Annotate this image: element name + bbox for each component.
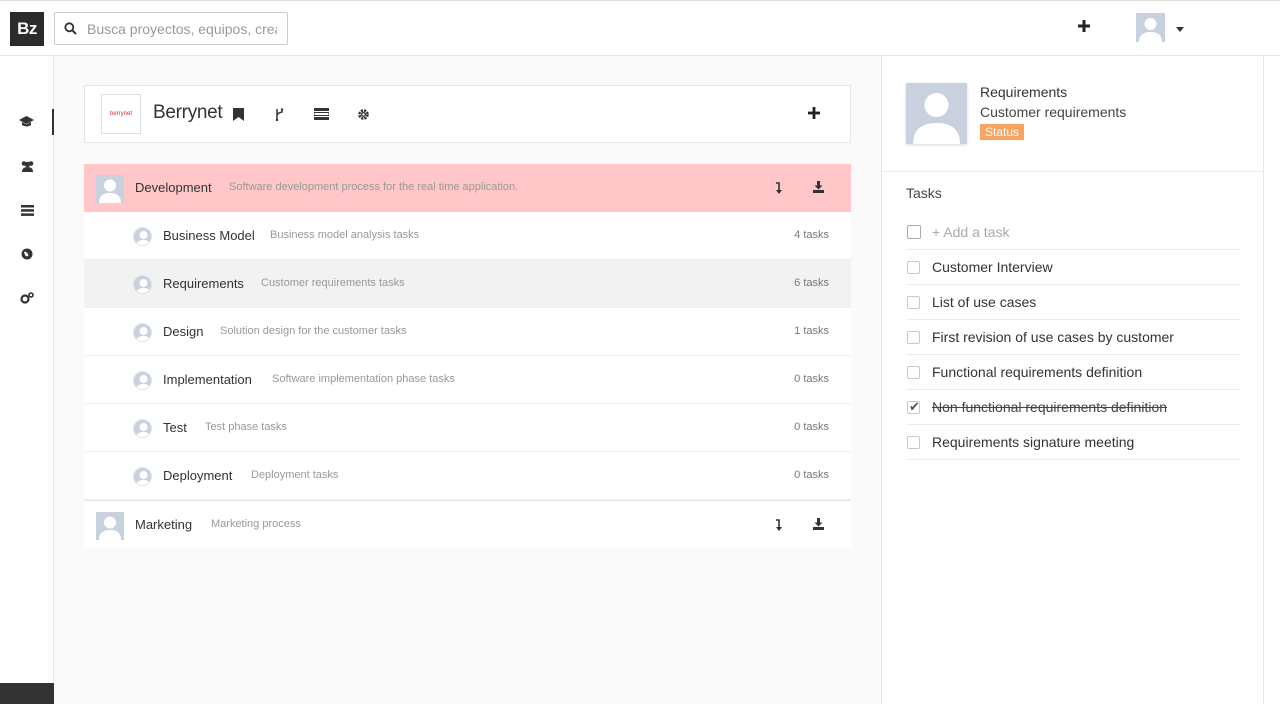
- phase-task-count: 0 tasks: [794, 469, 829, 481]
- search-icon: [64, 22, 77, 40]
- task-label: Requirements signature meeting: [932, 434, 1135, 450]
- phase-avatar: [133, 323, 152, 342]
- phase-description: Software implementation phase tasks: [272, 373, 455, 385]
- phase-task-count: 0 tasks: [794, 421, 829, 433]
- task-item[interactable]: First revision of use cases by customer: [906, 320, 1240, 355]
- phase-task-count: 0 tasks: [794, 373, 829, 385]
- task-item[interactable]: Customer Interview: [906, 250, 1240, 285]
- project-logo: berrynet: [101, 94, 141, 134]
- detail-header: Requirements Customer requirements Statu…: [882, 56, 1265, 172]
- graduation-cap-icon[interactable]: [0, 109, 54, 135]
- group-description: Marketing process: [211, 518, 301, 530]
- download-icon[interactable]: [813, 180, 824, 198]
- task-label: Non functional requirements definition: [932, 399, 1168, 415]
- group-name: Development: [135, 180, 212, 195]
- task-item[interactable]: Requirements signature meeting: [906, 425, 1240, 460]
- task-item-completed[interactable]: ✔ Non functional requirements definition: [906, 390, 1240, 425]
- detail-title: Requirements: [980, 84, 1068, 100]
- phase-row-design[interactable]: Design Solution design for the customer …: [84, 308, 851, 356]
- phase-large-avatar: [906, 83, 967, 144]
- group-row-marketing[interactable]: Marketing Marketing process: [84, 500, 851, 548]
- scrollbar[interactable]: [1264, 56, 1280, 704]
- project-title: Berrynet: [153, 102, 223, 123]
- list-icon[interactable]: [0, 197, 54, 223]
- phase-avatar: [133, 227, 152, 246]
- status-badge[interactable]: Status: [980, 124, 1025, 140]
- group-avatar: [96, 175, 124, 203]
- phase-task-count: 4 tasks: [794, 229, 829, 241]
- task-checkbox-checked[interactable]: ✔: [907, 399, 920, 414]
- task-checkbox[interactable]: [907, 261, 920, 274]
- phase-task-count: 1 tasks: [794, 325, 829, 337]
- phase-avatar: [133, 275, 152, 294]
- phase-task-count: 6 tasks: [794, 277, 829, 289]
- phase-row-deployment[interactable]: Deployment Deployment tasks 0 tasks: [84, 452, 851, 500]
- add-task-checkbox[interactable]: [907, 225, 921, 239]
- phase-description: Business model analysis tasks: [270, 229, 420, 241]
- task-item[interactable]: List of use cases: [906, 285, 1240, 320]
- project-header: berrynet Berrynet: [84, 85, 851, 143]
- top-bar: Bz: [0, 0, 1280, 56]
- phase-description: Test phase tasks: [205, 421, 287, 433]
- group-name: Marketing: [135, 517, 193, 532]
- task-checkbox[interactable]: [907, 436, 920, 449]
- download-icon[interactable]: [813, 517, 824, 535]
- bookmark-icon[interactable]: [230, 106, 246, 122]
- task-checkbox[interactable]: [907, 366, 920, 379]
- project-logo-text: berrynet: [109, 111, 132, 117]
- user-avatar[interactable]: [1136, 13, 1165, 42]
- tasks-icon[interactable]: [313, 106, 329, 122]
- main-content: berrynet Berrynet Development Software d…: [54, 56, 881, 704]
- sidebar-footer: [0, 683, 54, 704]
- task-item[interactable]: Functional requirements definition: [906, 355, 1240, 390]
- phase-list: Development Software development process…: [84, 164, 851, 548]
- phase-row-test[interactable]: Test Test phase tasks 0 tasks: [84, 404, 851, 452]
- phase-name: Business Model: [163, 228, 255, 243]
- detail-subtitle: Customer requirements: [980, 104, 1127, 120]
- task-label: Functional requirements definition: [932, 364, 1143, 380]
- search-box: [54, 12, 288, 45]
- add-task-row[interactable]: + Add a task: [906, 215, 1240, 250]
- app-logo[interactable]: Bz: [10, 12, 44, 46]
- phase-avatar: [133, 371, 152, 390]
- phase-row-requirements[interactable]: Requirements Customer requirements tasks…: [84, 260, 851, 308]
- phase-name: Design: [163, 324, 204, 339]
- phase-name: Deployment: [163, 468, 233, 483]
- task-checkbox[interactable]: [907, 331, 920, 344]
- group-avatar: [96, 512, 124, 540]
- gear-icon[interactable]: [355, 106, 371, 122]
- users-icon[interactable]: [0, 153, 54, 179]
- add-task-input[interactable]: + Add a task: [932, 224, 1009, 240]
- phase-name: Requirements: [163, 276, 244, 291]
- task-label: Customer Interview: [932, 259, 1053, 275]
- phase-name: Test: [163, 420, 187, 435]
- level-down-icon[interactable]: [775, 181, 783, 199]
- phase-description: Customer requirements tasks: [261, 277, 405, 289]
- task-label: First revision of use cases by customer: [932, 329, 1174, 345]
- phase-name: Implementation: [163, 372, 252, 387]
- task-label: List of use cases: [932, 294, 1037, 310]
- group-description: Software development process for the rea…: [229, 181, 519, 193]
- sidebar: [0, 56, 54, 704]
- create-plus-icon[interactable]: [1075, 17, 1093, 35]
- detail-panel: Requirements Customer requirements Statu…: [881, 56, 1265, 704]
- checkmark-icon: ✔: [909, 399, 920, 414]
- globe-icon[interactable]: [0, 241, 54, 267]
- level-down-icon[interactable]: [775, 518, 783, 536]
- phase-avatar: [133, 419, 152, 438]
- phase-row-business-model[interactable]: Business Model Business model analysis t…: [84, 212, 851, 260]
- phase-avatar: [133, 467, 152, 486]
- phase-description: Deployment tasks: [251, 469, 339, 481]
- group-row-development[interactable]: Development Software development process…: [84, 164, 851, 212]
- search-input[interactable]: [87, 13, 277, 44]
- cogs-icon[interactable]: [0, 285, 54, 311]
- branch-icon[interactable]: [271, 106, 287, 122]
- tasks-heading: Tasks: [906, 185, 942, 201]
- user-menu-caret-icon[interactable]: [1176, 27, 1184, 32]
- phase-description: Solution design for the customer tasks: [220, 325, 407, 337]
- add-phase-plus-icon[interactable]: [807, 106, 821, 125]
- task-checkbox[interactable]: [907, 296, 920, 309]
- phase-row-implementation[interactable]: Implementation Software implementation p…: [84, 356, 851, 404]
